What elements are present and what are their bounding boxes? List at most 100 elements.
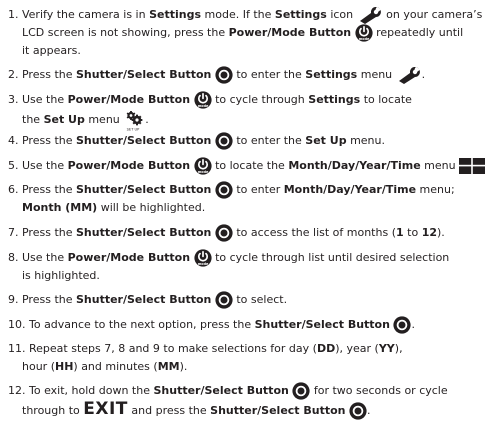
- step-text: is highlighted.: [22, 269, 100, 282]
- step-line: 11. Repeat steps 7, 8 and 9 to make sele…: [8, 340, 403, 358]
- bold-term: Power/Mode Button: [228, 26, 352, 39]
- step-text: 4. Press the: [8, 134, 76, 147]
- step-line: it appears.: [22, 42, 81, 60]
- shutter-select-button-icon: [215, 66, 233, 84]
- step-line: through to EXIT and press the Shutter/Se…: [22, 399, 371, 420]
- bold-term: Shutter/Select Button: [254, 318, 390, 331]
- instruction-steps: 1. Verify the camera is in Settings mode…: [0, 0, 497, 433]
- step-text: to locate the: [211, 159, 289, 172]
- step-line: is highlighted.: [22, 267, 100, 285]
- step-text: 9. Press the: [8, 293, 76, 306]
- step-text: 2. Press the: [8, 68, 76, 81]
- bold-term: Power/Mode Button: [67, 251, 191, 264]
- bold-term: 1: [395, 226, 404, 239]
- exit-label: EXIT: [83, 399, 128, 419]
- power-mode-button-icon: mode: [354, 24, 373, 42]
- step-text: repeatedly until: [372, 26, 464, 39]
- step-text: LCD screen is not showing, press the: [22, 26, 229, 39]
- step-text: .: [367, 404, 371, 417]
- bold-term: MM: [157, 360, 180, 373]
- step-text: through to: [22, 404, 84, 417]
- step-text: on your camera’s: [382, 8, 483, 21]
- bold-term: Settings: [308, 93, 361, 106]
- step-text: ),: [394, 342, 403, 355]
- step-text: 5. Use the: [8, 159, 68, 172]
- step-line: 9. Press the Shutter/Select Button to se…: [8, 291, 287, 309]
- shutter-select-button-icon: [349, 402, 367, 420]
- step-line: 7. Press the Shutter/Select Button to ac…: [8, 224, 445, 242]
- step-text: 1. Verify the camera is in: [8, 8, 150, 21]
- step-text: to cycle through list until desired sele…: [211, 251, 450, 264]
- step-line: 5. Use the Power/Mode Button mode to loc…: [8, 157, 486, 175]
- step-line: 4. Press the Shutter/Select Button to en…: [8, 132, 385, 150]
- step-text: menu: [420, 159, 460, 172]
- power-mode-button-icon: mode: [193, 157, 212, 175]
- step-text: and press the: [127, 404, 211, 417]
- step-text: ).: [179, 360, 188, 373]
- step-text: to enter the: [232, 134, 306, 147]
- power-mode-button-icon: mode: [193, 249, 212, 267]
- shutter-select-button-icon: [292, 382, 310, 400]
- bold-term: DD: [316, 342, 336, 355]
- step-text: 10. To advance to the next option, press…: [8, 318, 255, 331]
- bold-term: Shutter/Select Button: [210, 404, 346, 417]
- step-text: will be highlighted.: [97, 201, 206, 214]
- step-text: the: [22, 113, 44, 126]
- step-line: hour (HH) and minutes (MM).: [22, 358, 187, 376]
- step-text: to cycle through: [211, 93, 309, 106]
- step-text: 6. Press the: [8, 183, 76, 196]
- step-line: Month (MM) will be highlighted.: [22, 199, 205, 217]
- step-text: to access the list of months (: [232, 226, 396, 239]
- step-text: 11. Repeat steps 7, 8 and 9 to make sele…: [8, 342, 317, 355]
- bold-term: Set Up: [305, 134, 347, 147]
- bold-term: Settings: [149, 8, 202, 21]
- bold-term: Month/Day/Year/Time: [288, 159, 421, 172]
- bold-term: YY: [378, 342, 395, 355]
- step-text: .: [145, 113, 149, 126]
- bold-term: Set Up: [43, 113, 85, 126]
- bold-term: Shutter/Select Button: [76, 183, 212, 196]
- step-text: 7. Press the: [8, 226, 76, 239]
- shutter-select-button-icon: [215, 224, 233, 242]
- step-text: 8. Use the: [8, 251, 68, 264]
- bold-term: Shutter/Select Button: [76, 134, 212, 147]
- wrench-icon: [357, 6, 383, 24]
- step-line: the Set Up menu SET UP.: [22, 109, 149, 131]
- step-text: .: [411, 318, 415, 331]
- step-text: to enter: [232, 183, 284, 196]
- step-text: to locate: [360, 93, 412, 106]
- svg-text:mode: mode: [197, 262, 208, 266]
- step-text: to select.: [232, 293, 288, 306]
- step-text: to enter the: [232, 68, 306, 81]
- bold-term: Settings: [305, 68, 358, 81]
- svg-text:mode: mode: [197, 170, 208, 174]
- svg-text:mode: mode: [197, 104, 208, 108]
- step-text: 12. To exit, hold down the: [8, 384, 154, 397]
- step-line: 12. To exit, hold down the Shutter/Selec…: [8, 382, 448, 400]
- step-line: 2. Press the Shutter/Select Button to en…: [8, 66, 425, 84]
- step-text: to: [403, 226, 422, 239]
- date-time-grid-icon: [459, 158, 486, 174]
- step-line: LCD screen is not showing, press the Pow…: [22, 24, 463, 42]
- bold-term: Month/Day/Year/Time: [283, 183, 417, 196]
- step-text: it appears.: [22, 44, 81, 57]
- svg-text:mode: mode: [358, 37, 369, 41]
- power-mode-button-icon: mode: [193, 91, 212, 109]
- bold-term: Power/Mode Button: [67, 93, 191, 106]
- wrench-icon: [396, 66, 422, 84]
- bold-term: 12: [421, 226, 437, 239]
- step-text: icon: [326, 8, 357, 21]
- step-text: menu: [84, 113, 124, 126]
- shutter-select-button-icon: [393, 316, 412, 334]
- step-text: ), year (: [335, 342, 379, 355]
- step-text: 3. Use the: [8, 93, 68, 106]
- step-text: menu: [357, 68, 396, 81]
- step-line: 3. Use the Power/Mode Button mode to cyc…: [8, 91, 412, 109]
- bold-term: Settings: [274, 8, 327, 21]
- step-text: ).: [437, 226, 445, 239]
- bold-term: Shutter/Select Button: [76, 68, 212, 81]
- step-text: mode. If the: [201, 8, 275, 21]
- step-text: menu;: [416, 183, 455, 196]
- bold-term: Shutter/Select Button: [153, 384, 289, 397]
- setup-gears-icon: SET UP: [123, 109, 145, 131]
